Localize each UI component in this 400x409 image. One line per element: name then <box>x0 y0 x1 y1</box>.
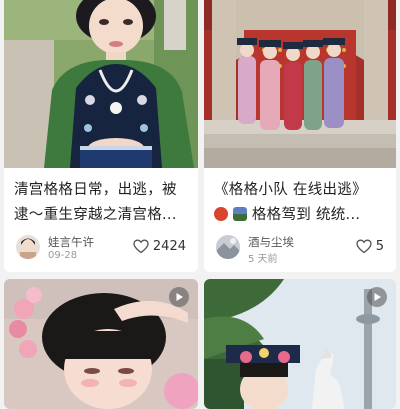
post-card-2[interactable]: 《格格小队 在线出逃》 格格驾到 统统... 酒与尘埃 5 天前 5 <box>204 0 396 272</box>
post-card-3[interactable] <box>4 279 198 409</box>
like-button[interactable]: 5 <box>356 239 384 254</box>
author-avatar[interactable] <box>216 235 240 259</box>
video-play-badge <box>367 287 387 307</box>
post-title[interactable]: 《格格小队 在线出逃》 格格驾到 统统... <box>214 178 388 228</box>
author-avatar[interactable] <box>16 235 40 259</box>
post-title-line: 《格格小队 在线出逃》 <box>214 182 367 198</box>
post-date: 09-28 <box>48 250 78 261</box>
post-title-line: 格格驾到 统统... <box>214 203 388 228</box>
lantern-emoji-icon <box>214 207 228 221</box>
picture-emoji-icon <box>232 207 247 221</box>
post-card-4[interactable] <box>204 279 396 409</box>
author-name[interactable]: 酒与尘埃 <box>248 234 294 250</box>
post-date: 5 天前 <box>248 254 278 265</box>
post-title[interactable]: 清宫格格日常，出逃，被 逮～重生穿越之清宫格... <box>14 178 190 228</box>
post-meta: 酒与尘埃 5 天前 5 <box>214 233 386 265</box>
play-icon <box>374 293 381 301</box>
post-thumbnail-1[interactable] <box>4 0 198 168</box>
post-title-line: 逮～重生穿越之清宫格... <box>14 207 177 223</box>
avatar-image <box>16 235 40 259</box>
post-title-text: 格格驾到 统统... <box>251 207 361 223</box>
author-name[interactable]: 娃言午许 <box>48 234 94 250</box>
post-meta: 娃言午许 09-28 2424 <box>14 233 188 265</box>
post-title-line: 清宫格格日常，出逃，被 <box>14 182 177 198</box>
like-count: 2424 <box>152 239 186 254</box>
avatar-image <box>216 235 240 259</box>
like-count: 5 <box>375 239 384 254</box>
post-card-1[interactable]: 清宫格格日常，出逃，被 逮～重生穿越之清宫格... 娃言午许 09-28 242… <box>4 0 198 272</box>
post-thumbnail-2[interactable] <box>204 0 396 168</box>
heart-outline-icon <box>133 239 149 254</box>
heart-outline-icon <box>356 239 372 254</box>
video-play-badge <box>169 287 189 307</box>
thumbnail-image <box>4 0 198 168</box>
like-button[interactable]: 2424 <box>133 239 186 254</box>
play-icon <box>176 293 183 301</box>
thumbnail-image <box>204 0 396 168</box>
